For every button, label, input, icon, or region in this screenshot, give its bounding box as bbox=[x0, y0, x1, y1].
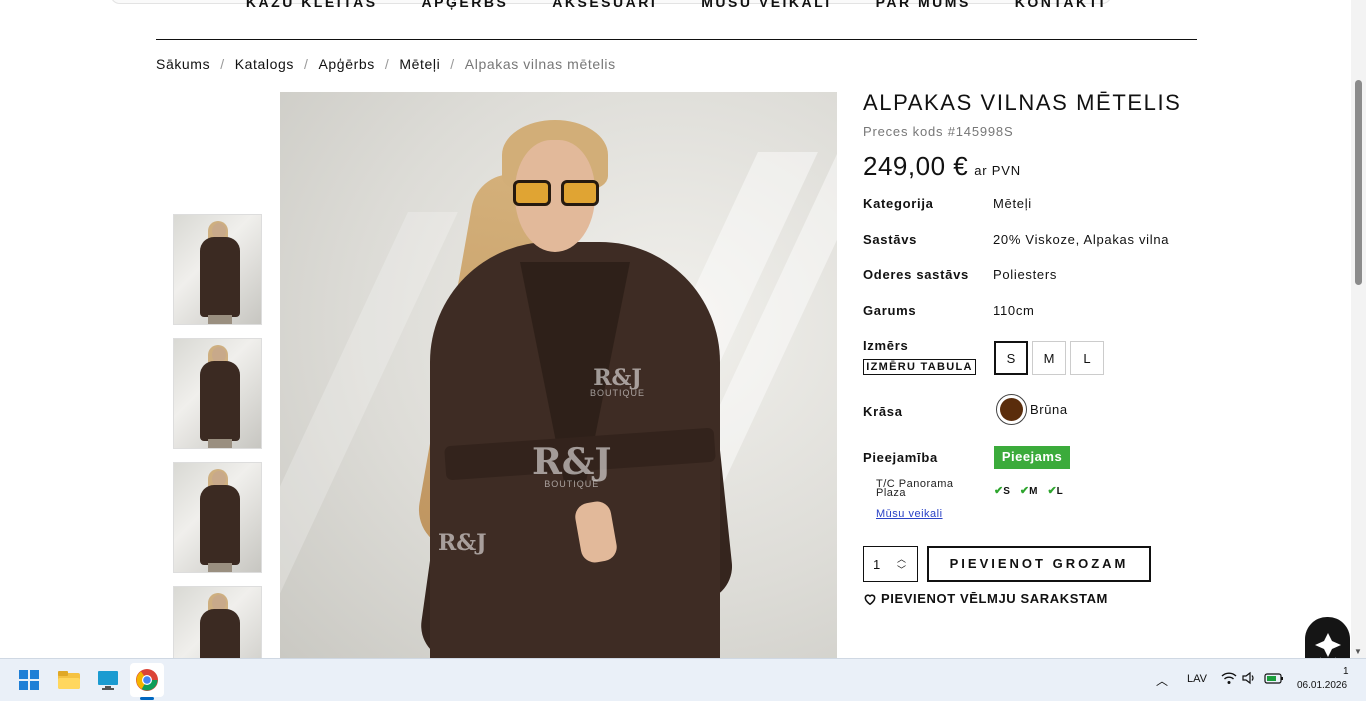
add-to-cart-button[interactable]: PIEVIENOT GROZAM bbox=[927, 546, 1151, 582]
language-indicator[interactable]: LAV bbox=[1187, 673, 1207, 685]
clock-date: 06.01.2026 bbox=[1297, 680, 1348, 691]
nav-item-accessories[interactable]: Aksesuāri bbox=[552, 0, 657, 16]
breadcrumb-current: Alpakas vilnas mētelis bbox=[464, 56, 616, 72]
color-name: Brūna bbox=[1030, 402, 1068, 417]
main-product-image[interactable]: R&J BOUTIQUE R&J BOUTIQUE R&J bbox=[280, 92, 837, 658]
breadcrumb: Sākums / Katalogs / Apģērbs / Mēteļi / A… bbox=[156, 56, 616, 72]
heart-icon bbox=[864, 593, 876, 605]
color-swatch-fill bbox=[1000, 398, 1023, 421]
breadcrumb-separator: / bbox=[384, 56, 390, 72]
color-swatch-brown[interactable] bbox=[996, 394, 1027, 425]
thumbnail-gallery bbox=[173, 214, 262, 658]
chevron-up-icon[interactable]: ︿ bbox=[897, 555, 906, 564]
product-thumbnail[interactable] bbox=[173, 214, 262, 325]
size-selector: S M L bbox=[994, 341, 1104, 375]
attribute-label: Oderes sastāvs bbox=[863, 267, 969, 282]
nav-item-clothing[interactable]: Apģērbs bbox=[422, 0, 509, 16]
size-option-l[interactable]: L bbox=[1070, 341, 1104, 375]
store-name: T/C Panorama Plaza bbox=[876, 478, 954, 499]
attribute-label: Izmērs bbox=[863, 338, 909, 353]
windows-start-icon[interactable] bbox=[16, 667, 42, 693]
file-explorer-icon[interactable] bbox=[56, 667, 82, 693]
nav-divider bbox=[156, 39, 1197, 40]
availability-badge: Pieejams bbox=[994, 446, 1070, 469]
battery-icon[interactable] bbox=[1264, 671, 1284, 688]
nav-item-wedding-dresses[interactable]: Kāzu kleitas bbox=[246, 0, 378, 16]
active-app-indicator bbox=[140, 697, 154, 700]
product-title: ALPAKAS VILNAS MĒTELIS bbox=[863, 90, 1182, 115]
main-navigation: Kāzu kleitas Apģērbs Aksesuāri Mūsu veik… bbox=[156, 0, 1196, 16]
attribute-label: Garums bbox=[863, 303, 917, 318]
product-thumbnail[interactable] bbox=[173, 586, 262, 658]
size-chart-button[interactable]: IZMĒRU TABULA bbox=[863, 359, 976, 375]
attribute-value: 20% Viskoze, Alpakas vilna bbox=[993, 232, 1170, 247]
product-price: 249,00 € bbox=[863, 151, 969, 181]
attribute-value: Poliesters bbox=[993, 267, 1058, 282]
check-icon: ✔ bbox=[1047, 485, 1057, 497]
breadcrumb-home[interactable]: Sākums bbox=[156, 56, 210, 72]
windows-taskbar: ︿ LAV bbox=[0, 658, 1366, 701]
size-option-m[interactable]: M bbox=[1032, 341, 1066, 375]
nav-item-about-us[interactable]: Par mums bbox=[876, 0, 971, 16]
breadcrumb-clothing[interactable]: Apģērbs bbox=[318, 56, 374, 72]
attribute-label: Kategorija bbox=[863, 196, 934, 211]
stock-size-m: ✔M bbox=[1019, 485, 1038, 497]
watermark-logo: R&J bbox=[438, 530, 487, 556]
stock-size-l: ✔L bbox=[1047, 485, 1063, 497]
chevron-up-icon[interactable]: ︿ bbox=[1156, 672, 1168, 689]
product-thumbnail[interactable] bbox=[173, 462, 262, 573]
product-sku: Preces kods #145998S bbox=[863, 124, 1014, 139]
product-header: ALPAKAS VILNAS MĒTELIS Preces kods #1459… bbox=[863, 90, 1203, 182]
nav-item-our-stores[interactable]: Mūsu veikali bbox=[701, 0, 831, 16]
wifi-icon[interactable] bbox=[1221, 671, 1237, 688]
quantity-stepper[interactable]: 1 ︿ ﹀ bbox=[863, 546, 918, 582]
page-scrollbar[interactable]: ▼ bbox=[1351, 0, 1366, 658]
web-page: Kāzu kleitas Apģērbs Aksesuāri Mūsu veik… bbox=[0, 0, 1366, 658]
wishlist-label: PIEVIENOT VĒLMJU SARAKSTAM bbox=[881, 591, 1108, 606]
scroll-down-icon[interactable]: ▼ bbox=[1354, 647, 1362, 656]
add-to-wishlist-button[interactable]: PIEVIENOT VĒLMJU SARAKSTAM bbox=[863, 591, 1108, 606]
price-row: 249,00 € ar PVN bbox=[863, 151, 1203, 182]
breadcrumb-separator: / bbox=[220, 56, 225, 72]
clock-time: 1 bbox=[1343, 666, 1349, 677]
chevron-down-icon[interactable]: ﹀ bbox=[897, 566, 906, 575]
breadcrumb-catalog[interactable]: Katalogs bbox=[235, 56, 294, 72]
attribute-value: Mēteļi bbox=[993, 196, 1032, 211]
vat-note: ar PVN bbox=[974, 163, 1021, 178]
store-stock: ✔S ✔M ✔L bbox=[994, 484, 1063, 497]
attribute-label: Krāsa bbox=[863, 404, 903, 419]
scrollbar-thumb[interactable] bbox=[1355, 80, 1362, 285]
breadcrumb-coats[interactable]: Mēteļi bbox=[399, 56, 440, 72]
breadcrumb-separator: / bbox=[450, 56, 455, 72]
breadcrumb-separator: / bbox=[303, 56, 309, 72]
quantity-value[interactable]: 1 bbox=[873, 557, 880, 572]
volume-icon[interactable] bbox=[1242, 671, 1256, 688]
chrome-icon[interactable] bbox=[134, 667, 160, 693]
nav-item-contacts[interactable]: Kontakti bbox=[1015, 0, 1106, 16]
product-thumbnail[interactable] bbox=[173, 338, 262, 449]
watermark-logo: R&J BOUTIQUE bbox=[532, 441, 612, 489]
check-icon: ✔ bbox=[994, 485, 1004, 497]
attribute-value: 110cm bbox=[993, 303, 1035, 318]
size-option-s[interactable]: S bbox=[994, 341, 1028, 375]
attribute-label: Sastāvs bbox=[863, 232, 918, 247]
stock-size-s: ✔S bbox=[994, 485, 1010, 497]
watermark-logo: R&J BOUTIQUE bbox=[590, 365, 646, 398]
attribute-label: Pieejamība bbox=[863, 450, 938, 465]
desktop-icon[interactable] bbox=[95, 667, 121, 693]
our-stores-link[interactable]: Mūsu veikali bbox=[876, 508, 943, 520]
check-icon: ✔ bbox=[1019, 485, 1030, 497]
